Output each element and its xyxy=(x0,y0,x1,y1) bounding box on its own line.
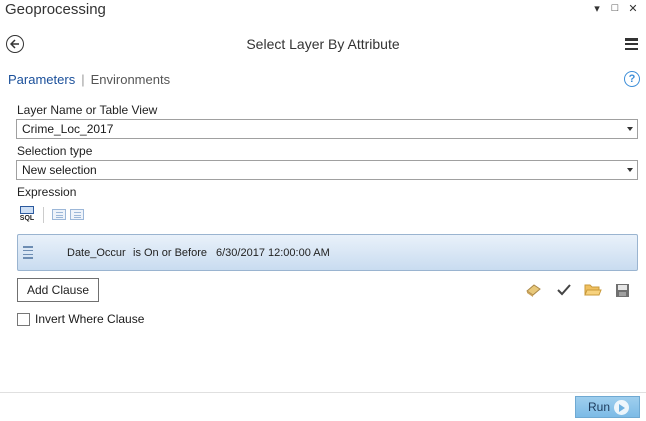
pane-titlebar: Geoprocessing ▾ □ ✕ xyxy=(0,0,646,22)
pane-window-controls: ▾ □ ✕ xyxy=(592,2,638,15)
sql-icon[interactable]: SQL xyxy=(18,206,36,223)
eraser-icon[interactable] xyxy=(525,282,542,298)
layer-select-value: Crime_Loc_2017 xyxy=(22,122,114,136)
tab-parameters[interactable]: Parameters xyxy=(8,72,75,87)
expression-label: Expression xyxy=(17,185,77,199)
toolbar-divider xyxy=(43,206,44,223)
footer-divider xyxy=(0,392,646,393)
checkmark-icon[interactable] xyxy=(556,282,572,298)
invert-label: Invert Where Clause xyxy=(35,312,145,326)
dropdown-pane-icon[interactable]: ▾ xyxy=(592,2,602,15)
indent-decrease-icon[interactable] xyxy=(52,209,66,220)
invert-where-clause[interactable]: Invert Where Clause xyxy=(17,312,144,326)
tool-header: Select Layer By Attribute xyxy=(0,30,646,60)
chevron-down-icon xyxy=(627,168,633,172)
layer-select[interactable]: Crime_Loc_2017 xyxy=(16,119,638,139)
save-icon[interactable] xyxy=(615,282,630,298)
clause-value[interactable]: 6/30/2017 12:00:00 AM xyxy=(216,247,330,259)
chevron-down-icon xyxy=(627,127,633,131)
tab-environments[interactable]: Environments xyxy=(91,72,170,87)
hamburger-menu-icon[interactable] xyxy=(625,38,638,50)
sql-icon-text: SQL xyxy=(19,215,35,222)
selection-type-select[interactable]: New selection xyxy=(16,160,638,180)
invert-checkbox[interactable] xyxy=(17,312,30,326)
layer-label: Layer Name or Table View xyxy=(17,103,158,117)
selection-type-value: New selection xyxy=(22,163,97,177)
run-button[interactable]: Run xyxy=(575,396,640,418)
tab-separator: | xyxy=(81,72,85,87)
clause-field[interactable]: Date_Occur xyxy=(67,247,126,259)
expression-clause[interactable]: Date_Occur is On or Before 6/30/2017 12:… xyxy=(17,234,638,271)
expression-toolbar: SQL xyxy=(18,206,88,223)
pane-title: Geoprocessing xyxy=(5,1,106,18)
close-pane-icon[interactable]: ✕ xyxy=(628,2,638,15)
drag-handle-icon[interactable] xyxy=(23,246,33,259)
help-icon[interactable]: ? xyxy=(624,71,640,87)
run-label: Run xyxy=(588,400,611,414)
maximize-pane-icon[interactable]: □ xyxy=(610,2,620,15)
folder-open-icon[interactable] xyxy=(584,282,602,298)
indent-increase-icon[interactable] xyxy=(70,209,84,220)
add-clause-button[interactable]: Add Clause xyxy=(17,278,99,302)
tool-tabs: Parameters | Environments xyxy=(8,72,170,87)
play-icon xyxy=(614,400,629,415)
selection-type-label: Selection type xyxy=(17,144,93,158)
clause-operator[interactable]: is On or Before xyxy=(133,247,207,259)
tool-title: Select Layer By Attribute xyxy=(246,36,400,52)
